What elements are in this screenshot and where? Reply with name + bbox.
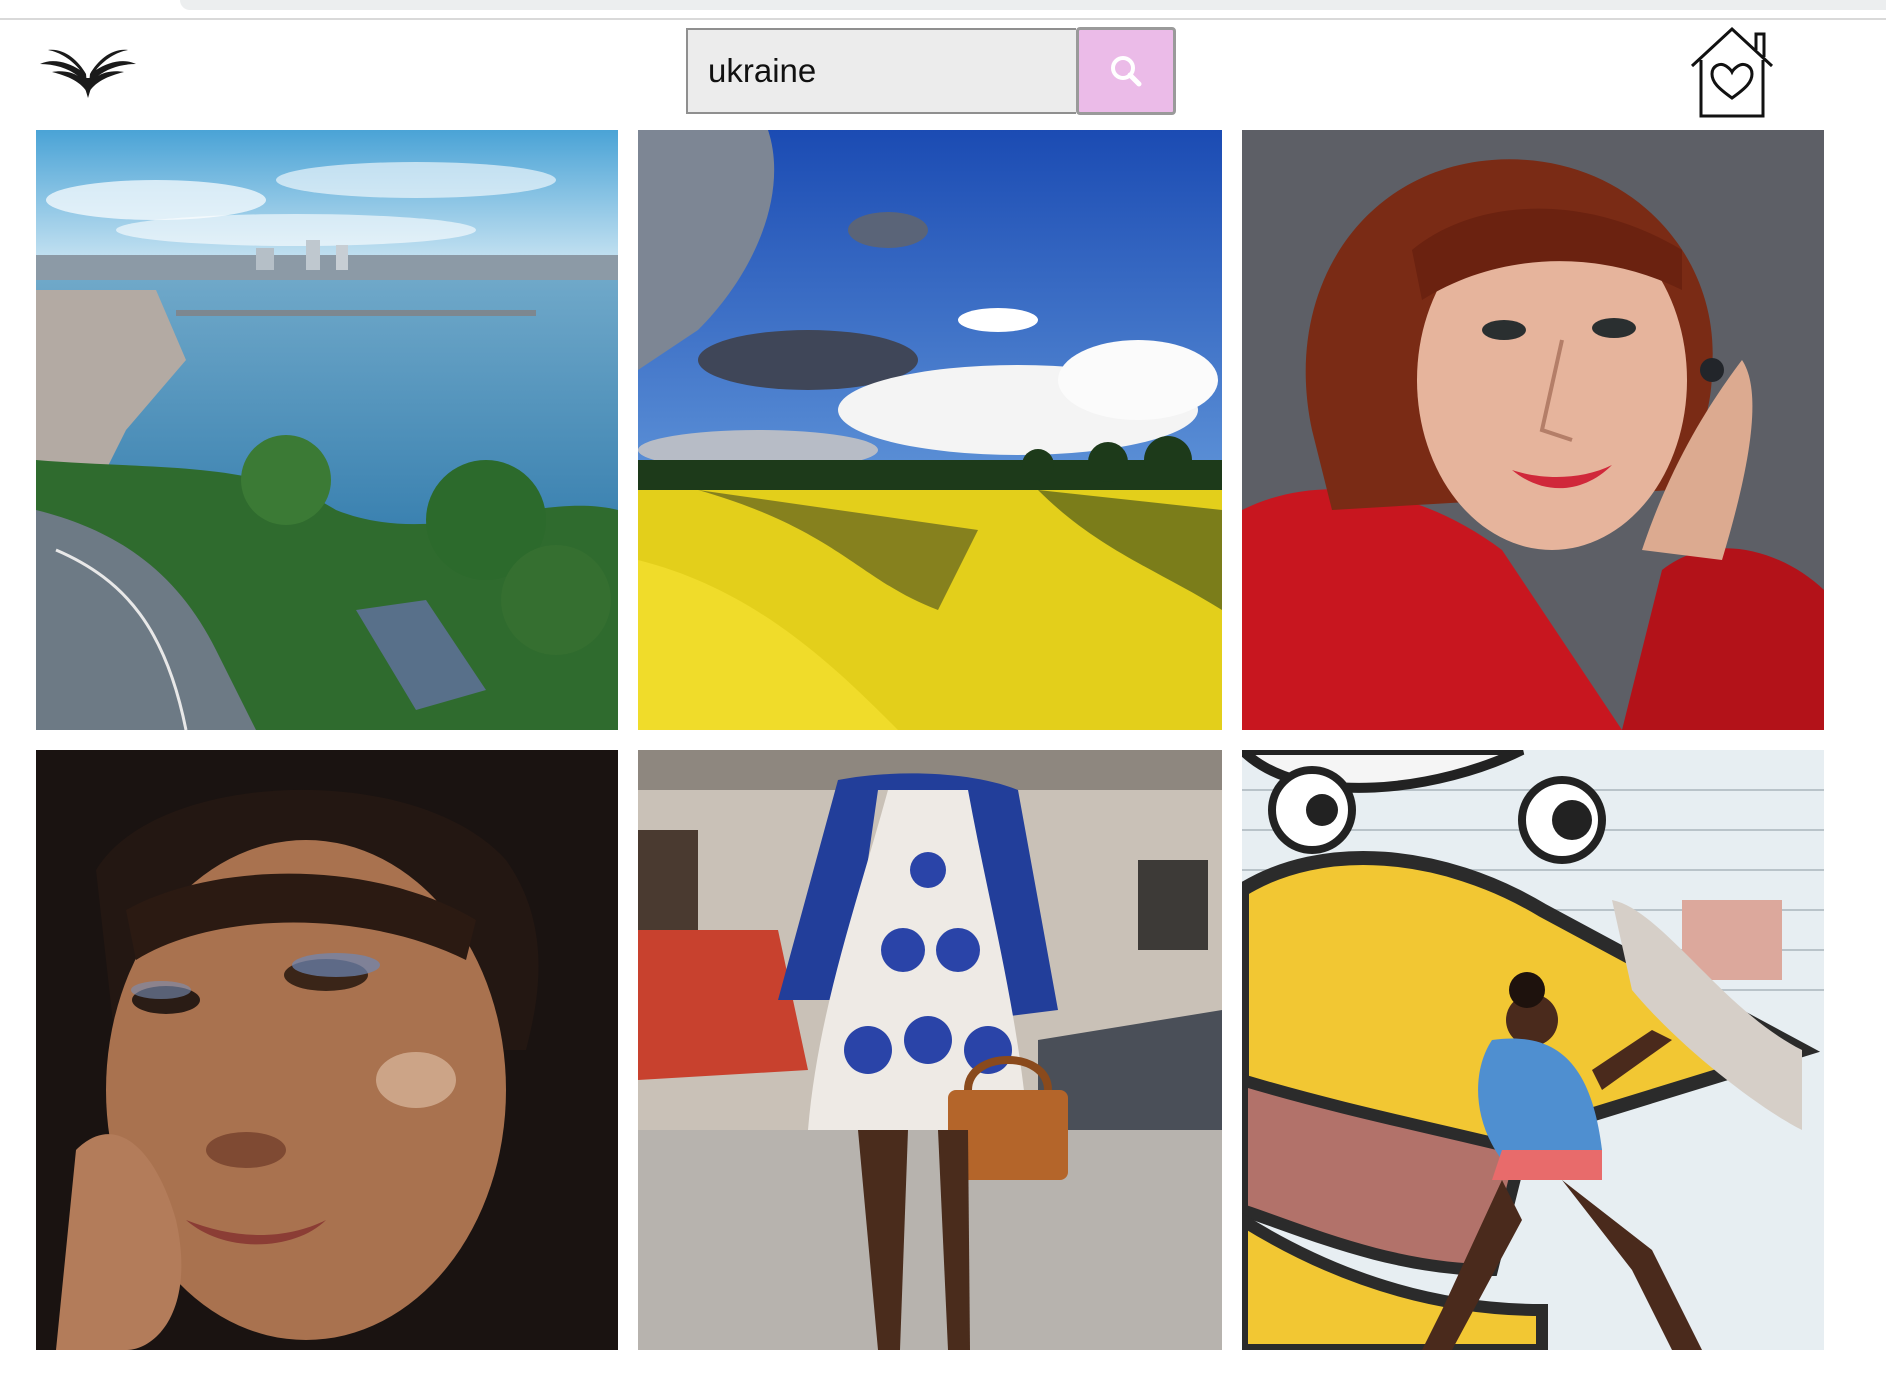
wings-logo-icon[interactable] (38, 42, 138, 100)
top-bar (0, 22, 1886, 130)
gallery-image-redhair-portrait[interactable] (1242, 130, 1824, 730)
browser-tab-strip (0, 0, 1886, 20)
search-button[interactable] (1076, 27, 1176, 115)
favorites-home-button[interactable] (1688, 26, 1776, 120)
gallery-image-city-river[interactable] (36, 130, 618, 730)
search-input[interactable] (686, 28, 1076, 114)
home-heart-icon (1690, 26, 1774, 118)
gallery-image-glitter-portrait[interactable] (36, 750, 618, 1350)
gallery-image-rapeseed-field[interactable] (638, 130, 1222, 730)
gallery-image-patterned-dress[interactable] (638, 750, 1222, 1350)
tab-bar-shadow (180, 0, 1886, 10)
search-icon (1111, 56, 1142, 87)
gallery-image-mural-girl[interactable] (1242, 750, 1824, 1350)
